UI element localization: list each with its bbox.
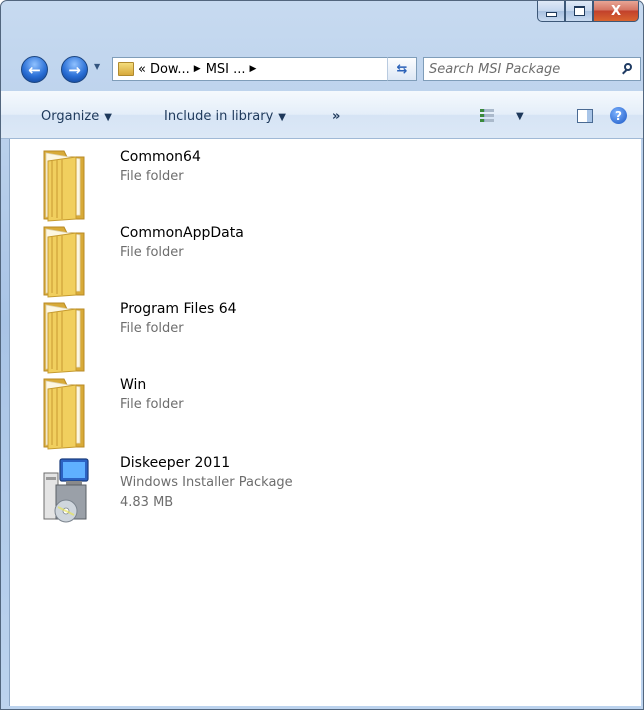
breadcrumb-separator-icon[interactable]: ▶	[250, 64, 257, 74]
breadcrumb-downloads[interactable]: Dow...	[150, 62, 190, 77]
list-item[interactable]: CommonAppData File folder	[40, 225, 540, 299]
command-bar: Organize ▼ Include in library ▼ » ▼ ?	[1, 91, 643, 139]
file-list[interactable]: Common64 File folder CommonAppData File …	[9, 139, 641, 706]
change-view-icon[interactable]	[480, 109, 494, 123]
chevron-down-icon[interactable]: ▼	[516, 111, 524, 122]
search-box[interactable]	[423, 57, 641, 81]
minimize-button[interactable]	[537, 1, 565, 22]
item-type: File folder	[120, 169, 184, 184]
breadcrumb-msi[interactable]: MSI ...	[206, 62, 246, 77]
refresh-icon: ⇆	[396, 61, 408, 77]
help-icon[interactable]: ?	[610, 107, 627, 124]
back-button[interactable]: ←	[21, 56, 48, 83]
folder-icon	[118, 62, 134, 76]
include-in-library-label: Include in library	[164, 109, 274, 124]
item-name: Diskeeper 2011	[120, 455, 231, 471]
preview-pane-icon[interactable]	[577, 109, 593, 123]
minimize-icon	[545, 11, 557, 17]
recent-pages-dropdown[interactable]: ▼	[94, 62, 100, 71]
item-type: File folder	[120, 245, 184, 260]
address-bar[interactable]: « Dow... ▶ MSI ... ▶ ▼	[112, 57, 417, 81]
more-commands-button[interactable]: »	[332, 109, 340, 124]
title-bar[interactable]: X	[1, 1, 643, 45]
breadcrumb-overflow[interactable]: «	[138, 62, 146, 77]
item-name: Common64	[120, 149, 201, 165]
address-row: ← → ▼ « Dow... ▶ MSI ... ▶ ▼ ⇆	[1, 45, 643, 85]
item-type: Windows Installer Package	[120, 475, 293, 490]
close-button[interactable]: X	[593, 1, 639, 22]
msi-package-icon	[43, 458, 89, 523]
organize-button[interactable]: Organize ▼	[41, 109, 112, 124]
caption-buttons: X	[537, 1, 639, 23]
list-item[interactable]: Diskeeper 2011 Windows Installer Package…	[40, 455, 540, 529]
folder-icon	[43, 150, 85, 222]
chevron-down-icon: ▼	[104, 112, 112, 123]
list-item[interactable]: Win File folder	[40, 377, 540, 451]
list-item[interactable]: Program Files 64 File folder	[40, 301, 540, 375]
refresh-button[interactable]: ⇆	[387, 57, 417, 81]
list-item[interactable]: Common64 File folder	[40, 149, 540, 223]
search-icon[interactable]	[622, 63, 634, 75]
item-size: 4.83 MB	[120, 495, 174, 510]
folder-icon	[43, 226, 85, 298]
more-icon: »	[332, 109, 341, 124]
organize-label: Organize	[41, 109, 100, 124]
search-input[interactable]	[429, 61, 609, 77]
breadcrumb-separator-icon[interactable]: ▶	[194, 64, 201, 74]
chevron-down-icon: ▼	[278, 112, 286, 123]
item-name: CommonAppData	[120, 225, 244, 241]
forward-button[interactable]: →	[61, 56, 88, 83]
folder-icon	[43, 378, 85, 450]
folder-icon	[43, 302, 85, 374]
help-label: ?	[615, 108, 622, 123]
item-name: Win	[120, 377, 147, 393]
explorer-window: X ← → ▼ « Dow... ▶ MSI ... ▶ ▼ ⇆ Organiz…	[0, 0, 644, 710]
item-type: File folder	[120, 321, 184, 336]
item-type: File folder	[120, 397, 184, 412]
include-in-library-button[interactable]: Include in library ▼	[164, 109, 286, 124]
back-arrow-icon: ←	[28, 60, 41, 79]
item-name: Program Files 64	[120, 301, 237, 317]
maximize-icon	[573, 6, 585, 16]
forward-arrow-icon: →	[68, 60, 81, 79]
maximize-button[interactable]	[565, 1, 593, 22]
close-icon: X	[610, 3, 622, 19]
